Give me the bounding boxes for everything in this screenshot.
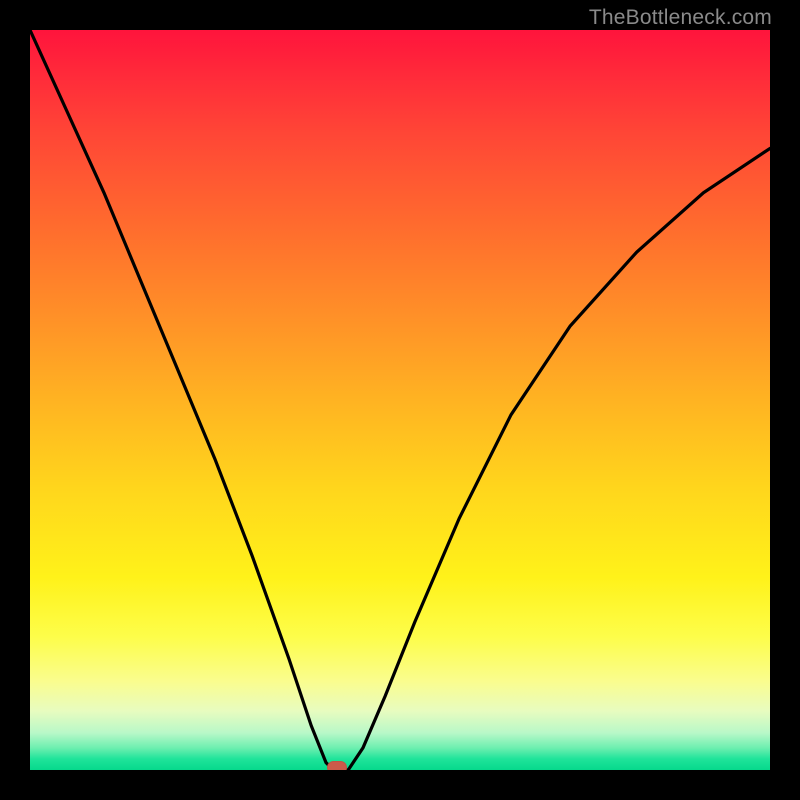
curve-layer: [30, 30, 770, 770]
chart-frame: TheBottleneck.com: [0, 0, 800, 800]
minimum-marker: [327, 761, 347, 770]
bottleneck-curve: [30, 30, 770, 770]
plot-area: [30, 30, 770, 770]
watermark-text: TheBottleneck.com: [589, 6, 772, 30]
